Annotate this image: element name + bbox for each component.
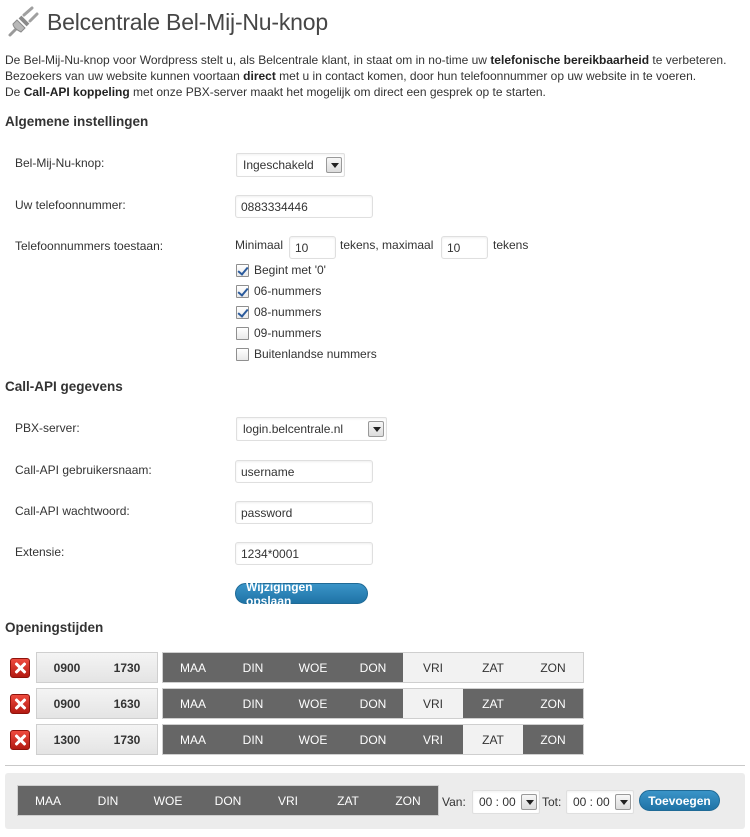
day-toggle-tue[interactable]: DIN bbox=[223, 653, 283, 682]
password-input[interactable] bbox=[235, 501, 373, 524]
to-time-select[interactable]: 00 : 00 bbox=[566, 790, 634, 814]
time-range: 0900 1730 bbox=[36, 652, 158, 683]
checkbox-starts-with-zero[interactable]: Begint met '0' bbox=[236, 263, 326, 277]
day-toggle-fri[interactable]: VRI bbox=[403, 689, 463, 718]
min-length-input[interactable] bbox=[289, 236, 336, 259]
hours-row: 0900 1630 MAA DIN WOE DON VRI ZAT ZON bbox=[10, 688, 584, 719]
time-range: 1300 1730 bbox=[36, 724, 158, 755]
allowed-numbers-label: Telefoonnummers toestaan: bbox=[15, 239, 164, 253]
checkbox-08-numbers[interactable]: 08-nummers bbox=[236, 305, 321, 319]
new-day-toggle-thu[interactable]: DON bbox=[198, 786, 258, 815]
day-toggles: MAA DIN WOE DON VRI ZAT ZON bbox=[162, 652, 584, 683]
chevron-down-icon bbox=[615, 794, 631, 810]
day-toggle-sat[interactable]: ZAT bbox=[463, 653, 523, 682]
day-toggle-sun[interactable]: ZON bbox=[523, 689, 583, 718]
server-label: PBX-server: bbox=[15, 421, 80, 435]
callapi-heading: Call-API gegevens bbox=[5, 379, 123, 394]
chevron-down-icon bbox=[326, 157, 342, 173]
day-toggle-sun[interactable]: ZON bbox=[523, 725, 583, 754]
server-select[interactable]: login.belcentrale.nl bbox=[236, 417, 387, 441]
day-toggle-mon[interactable]: MAA bbox=[163, 725, 223, 754]
general-heading: Algemene instellingen bbox=[5, 114, 149, 129]
chevron-down-icon bbox=[368, 421, 384, 437]
day-toggles: MAA DIN WOE DON VRI ZAT ZON bbox=[162, 724, 584, 755]
day-toggle-thu[interactable]: DON bbox=[343, 653, 403, 682]
save-button[interactable]: Wijzigingen opslaan bbox=[235, 580, 368, 608]
new-day-toggle-sat[interactable]: ZAT bbox=[318, 786, 378, 815]
hours-row: 1300 1730 MAA DIN WOE DON VRI ZAT ZON bbox=[10, 724, 584, 755]
new-day-toggle-mon[interactable]: MAA bbox=[18, 786, 78, 815]
day-toggle-mon[interactable]: MAA bbox=[163, 689, 223, 718]
max-length-input[interactable] bbox=[441, 236, 488, 259]
new-day-toggle-sun[interactable]: ZON bbox=[378, 786, 438, 815]
new-day-toggle-tue[interactable]: DIN bbox=[78, 786, 138, 815]
day-toggle-fri[interactable]: VRI bbox=[403, 725, 463, 754]
day-toggle-sat[interactable]: ZAT bbox=[463, 689, 523, 718]
chevron-down-icon bbox=[521, 794, 537, 810]
delete-icon[interactable] bbox=[10, 693, 30, 714]
username-label: Call-API gebruikersnaam: bbox=[15, 463, 152, 477]
day-toggle-tue[interactable]: DIN bbox=[223, 725, 283, 754]
day-toggles: MAA DIN WOE DON VRI ZAT ZON bbox=[162, 688, 584, 719]
mid-label: tekens, maximaal bbox=[340, 238, 434, 252]
new-day-toggle-wed[interactable]: WOE bbox=[138, 786, 198, 815]
phone-label: Uw telefoonnummer: bbox=[15, 198, 126, 212]
new-day-toggles: MAA DIN WOE DON VRI ZAT ZON bbox=[17, 785, 439, 816]
divider bbox=[5, 765, 745, 766]
day-toggle-sun[interactable]: ZON bbox=[523, 653, 583, 682]
delete-icon[interactable] bbox=[10, 657, 30, 678]
checkbox[interactable] bbox=[236, 305, 249, 319]
page-header: Belcentrale Bel-Mij-Nu-knop bbox=[6, 5, 328, 39]
plug-icon bbox=[8, 6, 39, 37]
from-label: Van: bbox=[442, 795, 466, 809]
checkbox[interactable] bbox=[236, 326, 249, 340]
button-status-label: Bel-Mij-Nu-knop: bbox=[15, 156, 105, 170]
checkbox-09-numbers[interactable]: 09-nummers bbox=[236, 326, 321, 340]
checkbox-foreign-numbers[interactable]: Buitenlandse nummers bbox=[236, 347, 377, 361]
checkbox[interactable] bbox=[236, 263, 249, 277]
hours-heading: Openingstijden bbox=[5, 620, 104, 635]
checkbox[interactable] bbox=[236, 347, 249, 361]
extension-input[interactable] bbox=[235, 542, 373, 565]
intro-text: De Bel-Mij-Nu-knop voor Wordpress stelt … bbox=[5, 53, 727, 99]
password-label: Call-API wachtwoord: bbox=[15, 504, 130, 518]
username-input[interactable] bbox=[235, 460, 373, 483]
day-toggle-sat[interactable]: ZAT bbox=[463, 725, 523, 754]
day-toggle-wed[interactable]: WOE bbox=[283, 725, 343, 754]
delete-icon[interactable] bbox=[10, 729, 30, 750]
day-toggle-fri[interactable]: VRI bbox=[403, 653, 463, 682]
from-time-select[interactable]: 00 : 00 bbox=[472, 790, 540, 814]
min-label: Minimaal bbox=[235, 238, 284, 252]
hours-row: 0900 1730 MAA DIN WOE DON VRI ZAT ZON bbox=[10, 652, 584, 683]
time-range: 0900 1630 bbox=[36, 688, 158, 719]
day-toggle-thu[interactable]: DON bbox=[343, 725, 403, 754]
add-hours-bar: MAA DIN WOE DON VRI ZAT ZON Van: 00 : 00… bbox=[5, 773, 745, 829]
day-toggle-mon[interactable]: MAA bbox=[163, 653, 223, 682]
checkbox-06-numbers[interactable]: 06-nummers bbox=[236, 284, 321, 298]
day-toggle-thu[interactable]: DON bbox=[343, 689, 403, 718]
new-day-toggle-fri[interactable]: VRI bbox=[258, 786, 318, 815]
phone-input[interactable] bbox=[235, 195, 373, 218]
checkbox[interactable] bbox=[236, 284, 249, 298]
day-toggle-wed[interactable]: WOE bbox=[283, 689, 343, 718]
day-toggle-wed[interactable]: WOE bbox=[283, 653, 343, 682]
page-title: Belcentrale Bel-Mij-Nu-knop bbox=[47, 8, 328, 35]
end-label: tekens bbox=[493, 238, 529, 252]
button-status-select[interactable]: Ingeschakeld bbox=[236, 153, 345, 177]
to-label: Tot: bbox=[542, 795, 562, 809]
add-hours-button[interactable]: Toevoegen bbox=[639, 790, 720, 811]
day-toggle-tue[interactable]: DIN bbox=[223, 689, 283, 718]
extension-label: Extensie: bbox=[15, 545, 65, 559]
